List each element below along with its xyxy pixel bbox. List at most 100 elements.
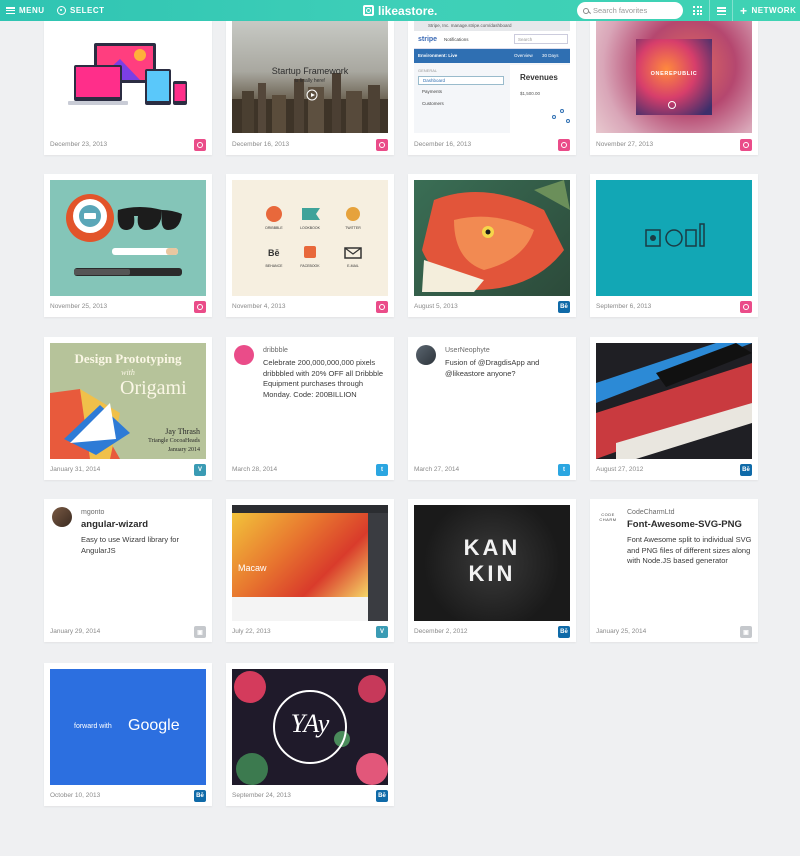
vimeo-icon[interactable]: V bbox=[376, 626, 388, 638]
behance-icon[interactable]: Bē bbox=[740, 464, 752, 476]
twitter-icon[interactable]: t bbox=[558, 464, 570, 476]
card[interactable]: ONEREPUBLIC November 27, 2013 bbox=[590, 21, 758, 155]
card-image: YAy bbox=[232, 669, 388, 785]
card[interactable]: Startup Framework is finally here! Decem… bbox=[226, 21, 394, 155]
network-label: NETWORK bbox=[751, 6, 797, 15]
card-date: November 4, 2013 bbox=[232, 303, 286, 310]
thumb-brand: Google bbox=[128, 717, 180, 734]
card-date: December 16, 2013 bbox=[414, 141, 472, 148]
card[interactable]: Stripe, Inc. manage.stripe.com/dashboard… bbox=[408, 21, 576, 155]
thumb-overview: Overview bbox=[514, 53, 533, 58]
card[interactable]: August 27, 2012 Bē bbox=[590, 337, 758, 480]
thumb-when: January 2014 bbox=[167, 447, 200, 453]
thumb-pre: forward with bbox=[74, 723, 112, 730]
icon-label: LOOKBOOK bbox=[300, 226, 320, 230]
thumb-menu-dashboard: Dashboard bbox=[418, 76, 504, 85]
list-view-icon[interactable] bbox=[717, 7, 726, 15]
card-image bbox=[50, 180, 206, 296]
thumb-title: ONEREPUBLIC bbox=[650, 71, 698, 77]
thumb-title: YAy bbox=[290, 709, 330, 738]
search-icon bbox=[583, 7, 589, 14]
menu-label: MENU bbox=[19, 6, 45, 15]
card[interactable]: dribbble Celebrate 200,000,000,000 pixel… bbox=[226, 337, 394, 480]
card[interactable]: KAN KIN December 2, 2012 Bē bbox=[408, 499, 576, 642]
vimeo-icon[interactable]: V bbox=[194, 464, 206, 476]
card-user: mgonto bbox=[81, 509, 105, 516]
thumb-env: Environment: Live bbox=[418, 53, 458, 58]
card[interactable]: CODE CHARM CodeCharmLtd Font-Awesome-SVG… bbox=[590, 499, 758, 642]
card-image: Design Prototyping with Origami Jay Thra… bbox=[50, 343, 206, 459]
avatar-text: CODE CHARM bbox=[599, 512, 617, 522]
thumb-range: 30 Days bbox=[542, 53, 559, 58]
grid-view-icon[interactable] bbox=[693, 6, 702, 15]
card-date: March 28, 2014 bbox=[232, 466, 278, 473]
card-image: Stripe, Inc. manage.stripe.com/dashboard… bbox=[414, 21, 570, 133]
card-user: dribbble bbox=[263, 347, 288, 354]
behance-icon[interactable]: Bē bbox=[194, 790, 206, 802]
card-image bbox=[596, 343, 752, 459]
dribbble-icon[interactable] bbox=[740, 301, 752, 313]
dribbble-icon[interactable] bbox=[194, 139, 206, 151]
thumb-event: Triangle CocoaHeads bbox=[148, 438, 200, 444]
thumb-title: Startup Framework bbox=[271, 66, 349, 76]
card-date: August 27, 2012 bbox=[596, 466, 644, 473]
select-button[interactable]: SELECT bbox=[57, 0, 105, 21]
github-icon[interactable]: ▣ bbox=[740, 626, 752, 638]
card-date: December 2, 2012 bbox=[414, 628, 468, 635]
card[interactable]: September 6, 2013 bbox=[590, 174, 758, 317]
card[interactable]: November 25, 2013 bbox=[44, 174, 212, 317]
card-text: Easy to use Wizard library for AngularJS bbox=[81, 535, 179, 555]
github-icon[interactable]: ▣ bbox=[194, 626, 206, 638]
card-date: October 10, 2013 bbox=[50, 792, 101, 799]
divider bbox=[732, 0, 733, 21]
card-date: December 23, 2013 bbox=[50, 141, 108, 148]
thumb-value: $1,500.00 bbox=[520, 91, 541, 96]
card-text: Celebrate 200,000,000,000 pixels dribbbl… bbox=[263, 358, 384, 399]
card[interactable]: Bē DRIBBBLE LOOKBOOK TWITTER BEHANCE FAC… bbox=[226, 174, 394, 317]
icon-label: BEHANCE bbox=[265, 264, 283, 268]
logo-text: likeastore. bbox=[378, 3, 438, 18]
dribbble-icon[interactable] bbox=[376, 139, 388, 151]
card-date: August 5, 2013 bbox=[414, 303, 458, 310]
logo[interactable]: likeastore. bbox=[363, 0, 437, 21]
icon-label: FACEBOOK bbox=[300, 264, 320, 268]
card[interactable]: UserNeophyte Fusion of @DragdisApp and @… bbox=[408, 337, 576, 480]
card-image bbox=[414, 180, 570, 296]
thumb-heading: Revenues bbox=[520, 73, 558, 82]
card-text: Font Awesome split to individual SVG and… bbox=[627, 535, 752, 565]
card-user: UserNeophyte bbox=[445, 347, 490, 354]
network-button[interactable]: + NETWORK bbox=[740, 0, 796, 21]
thumb-nav: Notifications bbox=[444, 37, 469, 42]
thumb-author: Jay Thrash bbox=[165, 427, 200, 436]
card[interactable]: Macaw July 22, 2013 V bbox=[226, 499, 394, 642]
avatar bbox=[416, 345, 436, 365]
twitter-icon[interactable]: t bbox=[376, 464, 388, 476]
dribbble-icon[interactable] bbox=[558, 139, 570, 151]
top-bar: MENU SELECT likeastore. + NETWORK bbox=[0, 0, 800, 21]
thumb-title: KAN KIN bbox=[463, 535, 521, 586]
card-date: July 22, 2013 bbox=[232, 628, 271, 635]
behance-icon[interactable]: Bē bbox=[558, 301, 570, 313]
card[interactable]: mgonto angular-wizard Easy to use Wizard… bbox=[44, 499, 212, 642]
dribbble-icon[interactable] bbox=[376, 301, 388, 313]
thumb-menu-customers: Customers bbox=[422, 101, 444, 106]
search-box bbox=[577, 2, 683, 19]
card[interactable]: YAy September 24, 2013 Bē bbox=[226, 663, 394, 806]
dribbble-icon[interactable] bbox=[194, 301, 206, 313]
card[interactable]: forward with Google October 10, 2013 Bē bbox=[44, 663, 212, 806]
card[interactable]: August 5, 2013 Bē bbox=[408, 174, 576, 317]
thumb-title: Macaw bbox=[238, 563, 267, 573]
menu-button[interactable]: MENU bbox=[6, 0, 45, 21]
card-image: Macaw bbox=[232, 505, 388, 621]
thumb-general: GENERAL bbox=[418, 68, 438, 73]
card-date: January 31, 2014 bbox=[50, 466, 101, 473]
behance-icon[interactable]: Bē bbox=[376, 790, 388, 802]
card[interactable]: December 23, 2013 bbox=[44, 21, 212, 155]
thumb-subtitle: is finally here! bbox=[294, 78, 326, 84]
select-icon bbox=[57, 6, 66, 15]
search-input[interactable] bbox=[593, 6, 681, 15]
card-image: KAN KIN bbox=[414, 505, 570, 621]
behance-icon[interactable]: Bē bbox=[558, 626, 570, 638]
dribbble-icon[interactable] bbox=[740, 139, 752, 151]
card[interactable]: Design Prototyping with Origami Jay Thra… bbox=[44, 337, 212, 480]
